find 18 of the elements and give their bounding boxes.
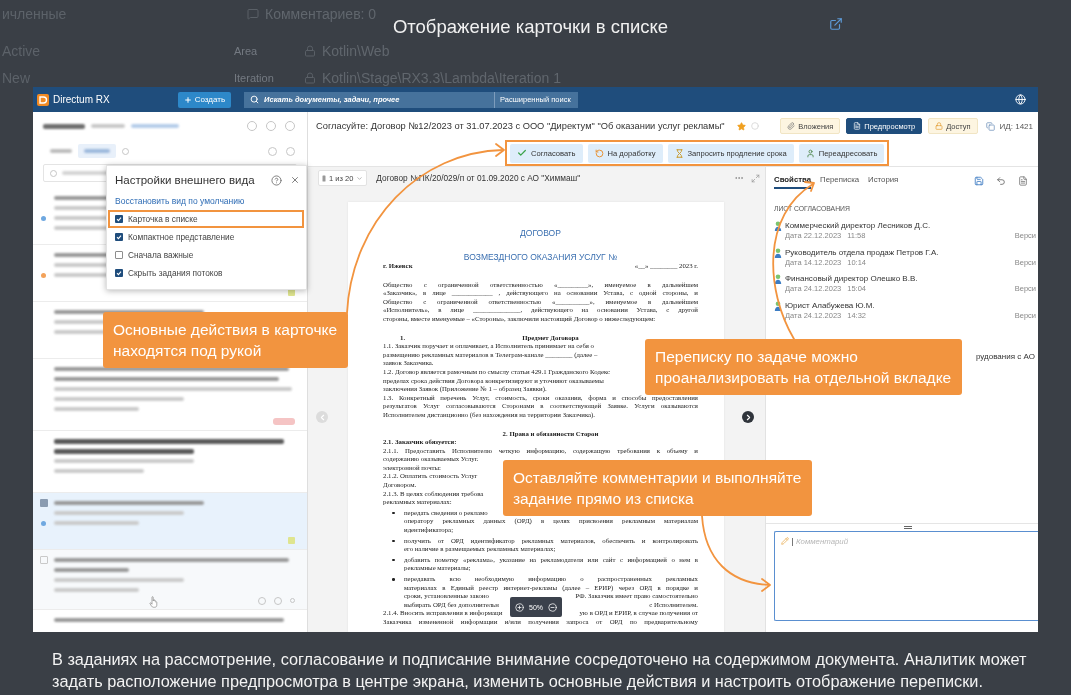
app-brand: Directum RX bbox=[53, 94, 110, 105]
dialog-title: Отображение карточки в списке bbox=[392, 15, 669, 37]
field-label: Area bbox=[234, 45, 258, 57]
approver-name: Финансовый директор Олешко В.В. bbox=[785, 274, 918, 284]
dialog-caption: В заданиях на рассмотрение, согласование и подписание внимание сосредоточено на содержимом документа. Аналитик может задать расположение предпросмотра в центре экрана, изменить основные действия и настроить отображение переписки. bbox=[51, 649, 1027, 692]
approver-name: Руководитель отдела продаж Петров Г.А. bbox=[785, 247, 939, 258]
approver-name: Коммерческий директор Лесников Д.С. bbox=[785, 221, 931, 231]
document-link-text: рудования с АО bbox=[976, 351, 1035, 362]
hint-tooltip: Переписку по задаче можно проанализировать на отдельной вкладке bbox=[645, 339, 963, 395]
field-label: Iteration bbox=[234, 72, 274, 84]
popup-title: Настройки внешнего вида bbox=[115, 174, 255, 186]
hint-tooltip: Основные действия в карточке находятся под рукой bbox=[103, 312, 349, 368]
contract-subheading: ВОЗМЕЗДНОГО ОКАЗАНИЯ УСЛУГ № bbox=[463, 252, 618, 262]
hint-tooltip: Оставляйте комментарии и выполняйте задание прямо из списка bbox=[503, 460, 813, 516]
approver-name: Юрист Алабужева Ю.М. bbox=[785, 300, 875, 311]
card-id: ИД: 1421 bbox=[999, 121, 1033, 131]
contract-heading: ДОГОВОР bbox=[520, 228, 561, 238]
card-title: Согласуйте: Договор №12/2023 от 31.07.2023 с ООО "Директум" "Об оказании услуг рекламы" bbox=[316, 121, 725, 131]
